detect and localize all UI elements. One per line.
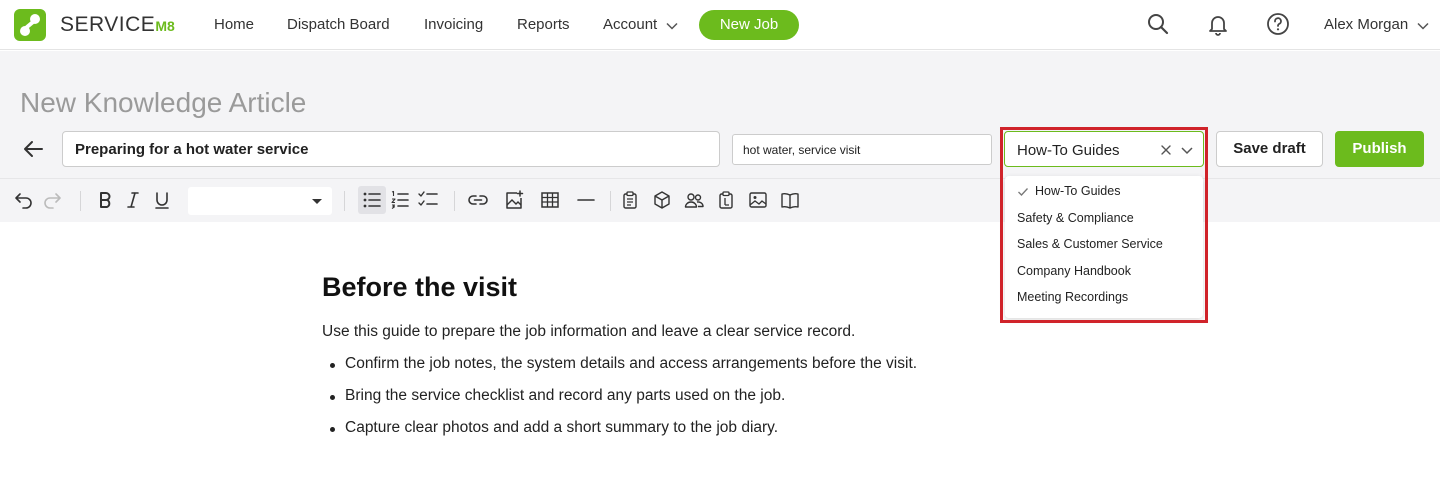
editor-toolbar bbox=[0, 178, 1440, 222]
nav-account[interactable]: Account bbox=[603, 16, 657, 33]
category-select[interactable]: How-To Guides bbox=[1004, 131, 1204, 167]
insert-image-icon[interactable] bbox=[504, 190, 524, 210]
category-option-meeting-recordings[interactable]: Meeting Recordings bbox=[1005, 285, 1203, 311]
link-icon[interactable] bbox=[468, 190, 488, 210]
category-dropdown-menu: How-To Guides Safety & Compliance Sales … bbox=[1005, 176, 1203, 318]
toolbar-divider bbox=[344, 191, 345, 211]
bullet-dot bbox=[330, 363, 335, 368]
notifications-bell-icon[interactable] bbox=[1206, 12, 1230, 36]
clipboard-icon[interactable] bbox=[620, 190, 640, 210]
nav-dispatch-board[interactable]: Dispatch Board bbox=[287, 16, 390, 33]
page-title: New Knowledge Article bbox=[20, 87, 307, 118]
editor-content[interactable]: Before the visit Use this guide to prepa… bbox=[0, 222, 1440, 485]
nav-invoicing[interactable]: Invoicing bbox=[424, 16, 483, 33]
book-icon[interactable] bbox=[780, 190, 800, 210]
content-heading: Before the visit bbox=[322, 272, 518, 302]
checklist-icon[interactable] bbox=[418, 190, 438, 210]
publish-button[interactable]: Publish bbox=[1335, 131, 1424, 167]
category-option-how-to-guides[interactable]: How-To Guides bbox=[1005, 179, 1203, 205]
help-icon[interactable] bbox=[1266, 12, 1290, 36]
category-selected-value: How-To Guides bbox=[1017, 142, 1120, 159]
clear-category-icon[interactable] bbox=[1158, 142, 1174, 158]
package-icon[interactable] bbox=[652, 190, 672, 210]
font-select[interactable] bbox=[188, 187, 332, 215]
toolbar-divider bbox=[610, 191, 611, 211]
search-icon[interactable] bbox=[1146, 12, 1170, 36]
nav-reports[interactable]: Reports bbox=[517, 16, 570, 33]
checkmark-icon bbox=[1018, 188, 1028, 196]
new-job-button[interactable]: New Job bbox=[699, 10, 799, 40]
numbered-list-icon[interactable] bbox=[390, 190, 410, 210]
bullet-list-icon[interactable] bbox=[362, 190, 382, 210]
article-header: New Knowledge Article How-To Guides Save… bbox=[0, 51, 1440, 323]
toolbar-divider bbox=[454, 191, 455, 211]
user-chevron-down-icon[interactable] bbox=[1416, 19, 1430, 33]
redo-icon[interactable] bbox=[42, 190, 62, 210]
undo-icon[interactable] bbox=[14, 190, 34, 210]
logo-wordmark: SERVICEM8 bbox=[60, 13, 175, 36]
category-chevron-down-icon[interactable] bbox=[1179, 142, 1195, 158]
bullet-dot bbox=[330, 427, 335, 432]
category-option-company-handbook[interactable]: Company Handbook bbox=[1005, 259, 1203, 285]
save-draft-button[interactable]: Save draft bbox=[1216, 131, 1323, 167]
content-intro-paragraph: Use this guide to prepare the job inform… bbox=[322, 323, 856, 340]
horizontal-rule-icon[interactable] bbox=[576, 190, 596, 210]
servicem8-logo-icon[interactable] bbox=[14, 9, 46, 41]
account-chevron-down-icon[interactable] bbox=[665, 19, 679, 33]
photo-icon[interactable] bbox=[748, 190, 768, 210]
bullet-dot bbox=[330, 395, 335, 400]
table-icon[interactable] bbox=[540, 190, 560, 210]
top-navigation: SERVICEM8 Home Dispatch Board Invoicing … bbox=[0, 0, 1440, 50]
article-tags-input[interactable] bbox=[732, 134, 992, 165]
toolbar-divider bbox=[80, 191, 81, 211]
clipboard-list-icon[interactable] bbox=[716, 190, 736, 210]
bold-icon[interactable] bbox=[95, 190, 115, 210]
italic-icon[interactable] bbox=[123, 190, 143, 210]
underline-icon[interactable] bbox=[152, 190, 172, 210]
article-title-input[interactable] bbox=[62, 131, 720, 167]
back-arrow-icon[interactable] bbox=[20, 137, 46, 161]
user-menu[interactable]: Alex Morgan bbox=[1324, 16, 1408, 33]
nav-home[interactable]: Home bbox=[214, 16, 254, 33]
category-option-safety-compliance[interactable]: Safety & Compliance bbox=[1005, 206, 1203, 232]
category-option-sales-customer-service[interactable]: Sales & Customer Service bbox=[1005, 232, 1203, 258]
font-select-caret-icon bbox=[312, 199, 322, 204]
users-icon[interactable] bbox=[684, 190, 704, 210]
